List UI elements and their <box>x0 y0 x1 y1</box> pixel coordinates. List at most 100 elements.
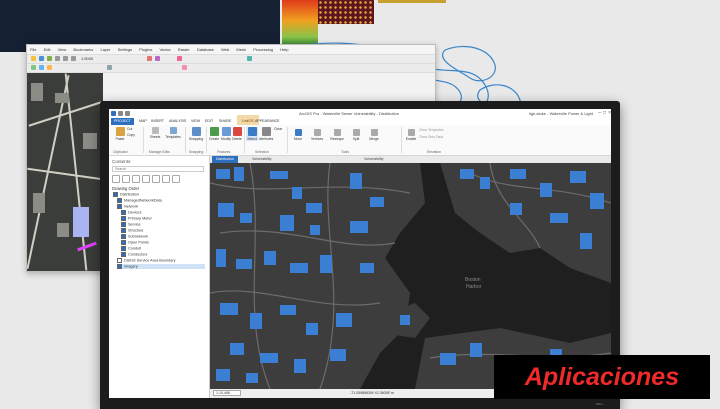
view-tab-vulnerability[interactable]: Vulnerability <box>248 156 275 163</box>
merge-button[interactable]: Merge <box>367 129 381 141</box>
style-icon[interactable] <box>177 56 182 61</box>
menu-item[interactable]: Raster <box>178 47 190 52</box>
sheets-button[interactable]: Sheets <box>147 127 163 139</box>
layer-item[interactable]: ManagedNetworkData <box>117 198 162 203</box>
layer-checkbox[interactable] <box>121 228 126 233</box>
zoom-value[interactable]: 1:5000 <box>81 56 93 61</box>
list-icon[interactable] <box>122 175 130 183</box>
tab-edit[interactable]: EDIT <box>205 119 213 123</box>
layer-checkbox[interactable] <box>121 222 126 227</box>
data-source-icon[interactable] <box>132 175 140 183</box>
plugin-icon[interactable] <box>182 65 187 70</box>
minimize-icon[interactable]: – <box>598 110 601 116</box>
filter-icon[interactable] <box>112 175 120 183</box>
add-layer-icon[interactable] <box>47 56 52 61</box>
layer-item[interactable]: Subnetwork <box>121 234 148 239</box>
menu-item[interactable]: Layer <box>100 47 110 52</box>
layer-item[interactable]: Network <box>117 204 138 209</box>
reshape-button[interactable]: Reshape <box>329 129 345 141</box>
zoom-out-icon[interactable] <box>71 56 76 61</box>
secondary-aerial-map[interactable] <box>27 73 103 271</box>
layer-checkbox[interactable] <box>117 204 122 209</box>
category-banner[interactable]: Aplicaciones <box>494 355 710 399</box>
identify-icon[interactable] <box>147 56 152 61</box>
quick-access-save-icon[interactable] <box>118 111 123 116</box>
menu-item[interactable]: View <box>58 47 67 52</box>
cut-button[interactable]: Cut <box>127 127 137 131</box>
layer-checkbox[interactable] <box>113 192 118 197</box>
snapping-button[interactable]: Snapping <box>188 127 204 141</box>
create-button[interactable]: Create <box>208 127 220 141</box>
tab-insert[interactable]: INSERT <box>151 119 164 123</box>
clear-dirty-data-button[interactable]: Clear Dirty Data <box>419 135 459 139</box>
menu-item[interactable]: Vector <box>159 47 170 52</box>
digitize-icon[interactable] <box>31 65 36 70</box>
tab-analysis[interactable]: ANALYSIS <box>169 119 186 123</box>
view-tab-vulnerability-2[interactable]: Vulnerability <box>360 156 387 163</box>
menu-item[interactable]: File <box>30 47 36 52</box>
menu-item[interactable]: Bookmarks <box>73 47 93 52</box>
layer-checkbox[interactable] <box>121 234 126 239</box>
menu-item[interactable]: Web <box>221 47 229 52</box>
layer-item[interactable]: Devices <box>121 210 142 215</box>
close-icon[interactable]: × <box>608 110 611 116</box>
tab-project[interactable]: PROJECT <box>111 118 134 125</box>
menu-item[interactable]: Mesh <box>236 47 246 52</box>
menu-item[interactable]: Edit <box>44 47 51 52</box>
menu-item[interactable]: Processing <box>253 47 273 52</box>
layer-item[interactable]: Service <box>121 222 141 227</box>
modify-button[interactable]: Modify <box>220 127 232 141</box>
measure-icon[interactable] <box>155 56 160 61</box>
clear-button[interactable]: Clear <box>274 127 284 131</box>
delete-button[interactable]: Delete <box>232 127 242 141</box>
layer-item-selected[interactable]: Imagery <box>117 264 205 269</box>
signed-in-user[interactable]: ligh.stoke - Waterville Power & Light <box>529 111 593 116</box>
layer-item[interactable]: Structure <box>121 228 143 233</box>
undo-icon[interactable] <box>125 111 130 116</box>
copy-button[interactable]: Copy <box>127 133 137 137</box>
pan-icon[interactable] <box>55 56 60 61</box>
processing-icon[interactable] <box>247 56 252 61</box>
vertices-button[interactable]: Vertices <box>309 129 325 141</box>
select-button[interactable]: Select <box>246 127 258 141</box>
layer-item[interactable]: Conduit <box>121 246 141 251</box>
save-icon[interactable] <box>39 56 44 61</box>
map-scale-selector[interactable]: 1:10,466 <box>213 390 241 396</box>
menu-item[interactable]: Help <box>280 47 288 52</box>
layer-checkbox[interactable] <box>117 264 122 269</box>
select-icon[interactable] <box>39 65 44 70</box>
move-button[interactable]: Move <box>291 129 305 141</box>
tab-map[interactable]: MAP <box>139 119 147 123</box>
zoom-in-icon[interactable] <box>63 56 68 61</box>
contents-search-input[interactable] <box>112 166 204 172</box>
paste-button[interactable]: Paste <box>113 127 127 141</box>
snapping-list-icon[interactable] <box>162 175 170 183</box>
layer-item[interactable]: Distribution <box>113 192 139 197</box>
layer-checkbox[interactable] <box>117 258 122 263</box>
layer-checkbox[interactable] <box>121 252 126 257</box>
label-icon[interactable] <box>47 65 52 70</box>
layer-checkbox[interactable] <box>121 246 126 251</box>
tab-appearance[interactable]: APPEARANCE <box>255 119 280 123</box>
layer-checkbox[interactable] <box>121 240 126 245</box>
templates-button[interactable]: Templates <box>165 127 181 139</box>
split-button[interactable]: Split <box>349 129 363 141</box>
enable-button[interactable]: Enable <box>405 129 417 141</box>
layer-checkbox[interactable] <box>117 198 122 203</box>
attributes-button[interactable]: Attributes <box>259 127 273 141</box>
tab-share[interactable]: SHARE <box>219 119 231 123</box>
layer-checkbox[interactable] <box>121 216 126 221</box>
view-tab-distribution[interactable]: Distribution <box>212 156 238 163</box>
menu-item[interactable]: Plugins <box>139 47 152 52</box>
menu-item[interactable]: Database <box>197 47 214 52</box>
maximize-icon[interactable]: □ <box>603 110 606 116</box>
tab-view[interactable]: VIEW <box>191 119 200 123</box>
labeling-icon[interactable] <box>172 175 180 183</box>
menu-item[interactable]: Settings <box>118 47 132 52</box>
layer-checkbox[interactable] <box>121 210 126 215</box>
layer-item[interactable]: Conductors <box>121 252 147 257</box>
layer-item[interactable]: Primary Meter <box>121 216 152 221</box>
editing-icon[interactable] <box>152 175 160 183</box>
clear-templates-button[interactable]: Clear Templates <box>419 128 459 132</box>
layer-item[interactable]: District Service Area Boundary <box>117 258 176 263</box>
